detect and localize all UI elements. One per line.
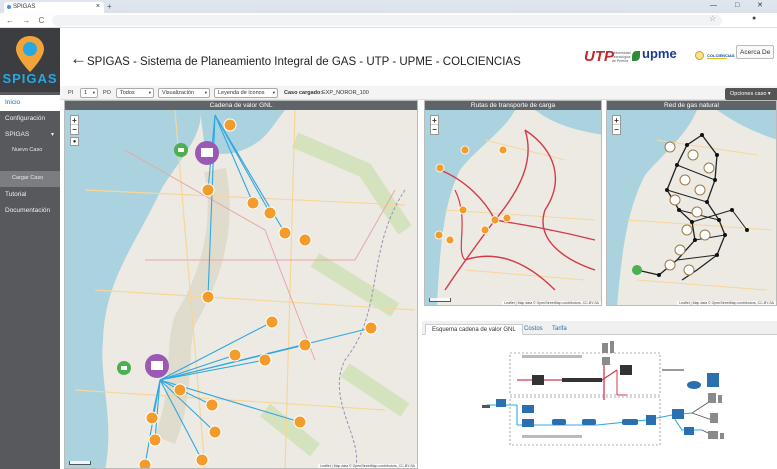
new-tab-button[interactable]: + xyxy=(107,2,112,11)
rutas-map-panel[interactable]: Rutas de transporte de carga + − Leaflet … xyxy=(424,100,602,306)
browser-chrome: SPIGAS × + — □ ✕ ← → C ⓘ ☆ ● xyxy=(0,0,777,28)
chevron-down-icon: ▾ xyxy=(92,90,95,95)
page-title: SPIGAS - Sistema de Planeamiento Integra… xyxy=(87,56,521,68)
sidebar-item-spigas[interactable]: SPIGAS ▾ xyxy=(0,127,60,143)
pi-select[interactable]: 1 ▾ xyxy=(80,88,98,98)
sidebar: SPIGAS Inicio Configuración SPIGAS ▾ Nuev… xyxy=(0,28,60,469)
zoom-out-button: − xyxy=(614,125,619,134)
zoom-out-button: − xyxy=(72,125,77,134)
red-gas-map[interactable] xyxy=(607,110,777,306)
browser-menu-icon[interactable]: ● xyxy=(752,15,756,22)
gas-plant-icon[interactable] xyxy=(174,143,188,157)
zoom-out-button: − xyxy=(432,125,437,134)
pi-label: PI xyxy=(68,90,74,96)
case-value: EXP_NOROR_100 xyxy=(322,90,369,96)
zoom-control[interactable]: + − xyxy=(612,115,621,135)
red-panel-title: Red de gas natural xyxy=(607,101,776,110)
map-attribution: Leaflet | Map data © OpenStreetMap contr… xyxy=(502,301,601,305)
gnl-map[interactable] xyxy=(65,110,418,469)
about-button[interactable]: Acerca De xyxy=(736,45,774,59)
lng-terminal-icon[interactable] xyxy=(195,141,219,165)
favicon-icon xyxy=(7,5,11,9)
browser-tab-title: SPIGAS xyxy=(13,4,36,10)
gas-plant-icon[interactable] xyxy=(632,265,642,275)
red-gas-map-panel[interactable]: Red de gas natural + − Leaflet | Map data… xyxy=(606,100,777,306)
sidebar-item-nuevo-caso[interactable]: Nuevo Caso xyxy=(0,143,60,159)
map-scale xyxy=(69,461,91,465)
map-attribution: Leaflet | Map data © OpenStreetMap contr… xyxy=(677,301,776,305)
tab-tarifa[interactable]: Tarifa xyxy=(546,324,573,335)
zoom-control[interactable]: + − xyxy=(70,115,79,135)
page-header: ← SPIGAS - Sistema de Planeamiento Integ… xyxy=(60,28,777,86)
address-bar[interactable] xyxy=(52,15,722,26)
upme-logo: upme xyxy=(632,46,690,66)
gnl-panel-title: Cadena de valor GNL xyxy=(65,101,417,110)
rutas-map[interactable] xyxy=(425,110,602,306)
location-pin-icon xyxy=(16,36,44,72)
chevron-down-icon: ▾ xyxy=(148,90,151,95)
sidebar-item-configuracion[interactable]: Configuración xyxy=(0,111,60,127)
window-controls[interactable]: — □ ✕ xyxy=(710,1,771,9)
seal-icon xyxy=(695,51,704,60)
bookmark-star-icon[interactable]: ☆ xyxy=(709,14,716,23)
sidebar-item-cargar-caso[interactable]: Cargar Caso xyxy=(0,171,60,187)
browser-navbar: ← → C ⓘ ☆ ● xyxy=(0,13,777,28)
colciencias-logo: COLCIENCIAS xyxy=(695,49,735,65)
logo-text: SPIGAS xyxy=(2,71,58,86)
gnl-map-panel[interactable]: Cadena de valor GNL + − ● Leaflet | Map d… xyxy=(64,100,418,469)
tab-esquema-gnl[interactable]: Esquema cadena de valor GNL xyxy=(425,324,523,335)
zoom-in-button: + xyxy=(71,116,78,125)
utp-logo: UTP Universidad Tecnológica de Pereira xyxy=(584,48,631,65)
locate-button[interactable]: ● xyxy=(70,137,79,146)
zoom-in-button: + xyxy=(431,116,438,125)
zoom-control[interactable]: + − xyxy=(430,115,439,135)
case-label: Caso cargado: xyxy=(284,90,323,96)
map-scale xyxy=(429,298,451,302)
map-attribution: Leaflet | Map data © OpenStreetMap contr… xyxy=(318,464,417,468)
chevron-down-icon: ▾ xyxy=(204,90,207,95)
gnl-value-chain-diagram xyxy=(482,341,724,446)
zoom-in-button: + xyxy=(613,116,620,125)
leyenda-dropdown[interactable]: Leyenda de íconos ▾ xyxy=(214,88,278,98)
back-arrow-icon[interactable]: ← xyxy=(70,49,87,69)
chevron-down-icon: ▾ xyxy=(50,132,54,138)
po-label: PO xyxy=(103,90,111,96)
sidebar-item-inicio[interactable]: Inicio xyxy=(0,95,60,111)
chevron-down-icon: ▾ xyxy=(272,90,275,95)
visualizacion-dropdown[interactable]: Visualización ▾ xyxy=(158,88,210,98)
spigas-logo: SPIGAS xyxy=(0,28,60,92)
bottom-tab-panel: Esquema cadena de valor GNL Costos Tarif… xyxy=(422,321,777,469)
tab-bar: Esquema cadena de valor GNL Costos Tarif… xyxy=(422,321,777,335)
opciones-caso-button[interactable]: Opciones caso ▾ xyxy=(725,88,777,100)
tab-costos[interactable]: Costos xyxy=(518,324,549,335)
close-tab-icon[interactable]: × xyxy=(96,3,100,10)
sidebar-item-documentacion[interactable]: Documentación xyxy=(0,203,60,219)
lng-terminal-icon[interactable] xyxy=(145,354,169,378)
po-select[interactable]: Todos ▾ xyxy=(116,88,154,98)
sidebar-item-tutorial[interactable]: Tutorial xyxy=(0,187,60,203)
gas-plant-icon[interactable] xyxy=(117,361,131,375)
case-toolbar: PI 1 ▾ PO Todos ▾ Visualización ▾ Leyenda d… xyxy=(60,86,777,100)
rutas-panel-title: Rutas de transporte de carga xyxy=(425,101,601,110)
leaf-icon xyxy=(632,51,640,61)
browser-tab[interactable]: SPIGAS × xyxy=(4,2,104,13)
